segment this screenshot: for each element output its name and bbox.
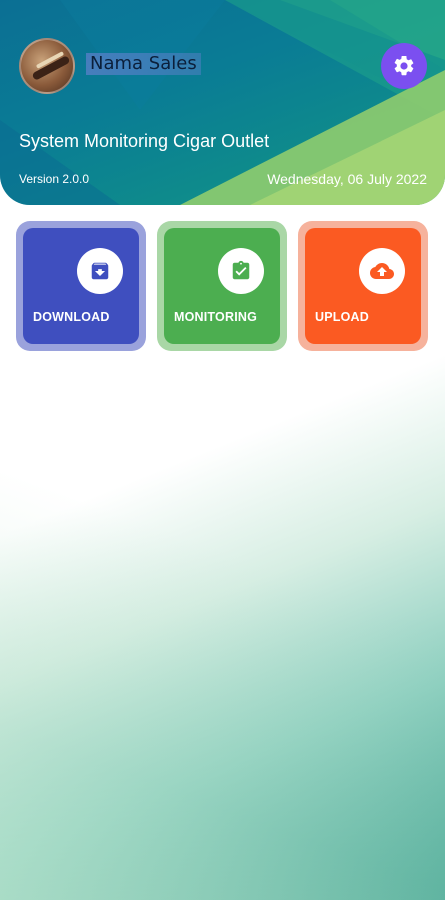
version-label: Version 2.0.0 [19,172,90,186]
monitoring-icon-circle [218,248,264,294]
download-label: DOWNLOAD [33,310,110,324]
download-tile-body[interactable]: DOWNLOAD [23,228,139,344]
archive-download-icon [91,262,109,280]
settings-button[interactable] [381,43,427,89]
monitoring-tile[interactable]: MONITORING [157,221,287,351]
download-icon-circle [77,248,123,294]
gear-icon [394,55,414,76]
monitoring-tile-body[interactable]: MONITORING [164,228,280,344]
upload-label: UPLOAD [315,310,369,324]
monitoring-label: MONITORING [174,310,258,324]
header-panel: Nama Sales System Monitoring Cigar Outle… [0,0,445,205]
upload-icon-circle [359,248,405,294]
upload-tile-body[interactable]: UPLOAD [305,228,421,344]
cloud-upload-icon [370,263,394,279]
app-title: System Monitoring Cigar Outlet [19,131,270,151]
user-name: Nama Sales [86,53,201,75]
download-tile[interactable]: DOWNLOAD [16,221,146,351]
upload-tile[interactable]: UPLOAD [298,221,428,351]
clipboard-check-icon [232,260,250,280]
date-label: Wednesday, 06 July 2022 [267,171,427,187]
avatar[interactable] [19,38,75,94]
